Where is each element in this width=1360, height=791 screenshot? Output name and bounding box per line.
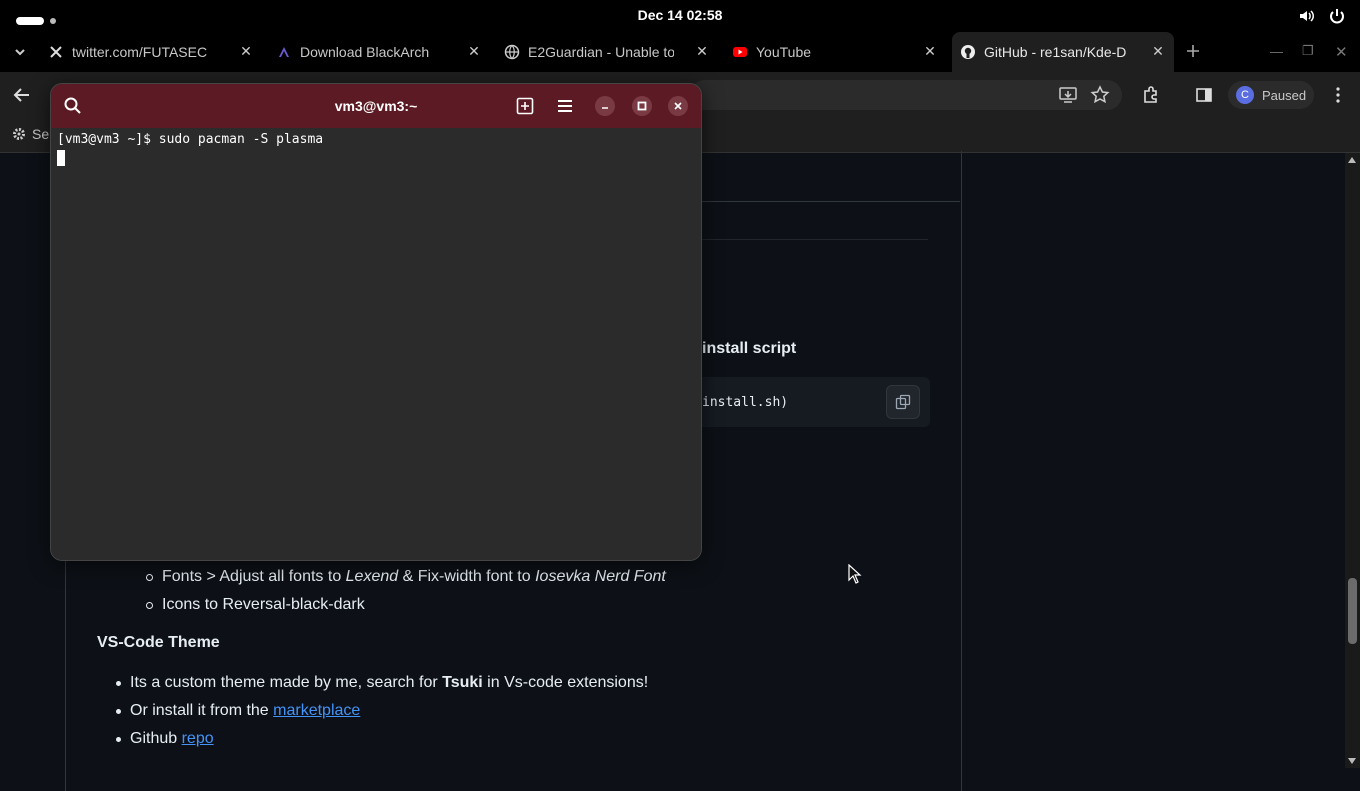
maximize-icon: [637, 101, 647, 111]
install-script-heading: install script: [702, 340, 797, 357]
list-item: Fonts > Adjust all fonts to Lexend & Fix…: [146, 563, 666, 591]
marketplace-link[interactable]: marketplace: [273, 702, 360, 719]
minimize-window-icon[interactable]: —: [1270, 44, 1283, 59]
blackarch-icon: [279, 47, 289, 57]
tab-twitter[interactable]: twitter.com/FUTASEC ✕: [40, 32, 262, 72]
browser-tab-strip: twitter.com/FUTASEC ✕ Download BlackArch…: [0, 32, 1360, 72]
minimize-button[interactable]: [595, 96, 615, 116]
more-menu-icon[interactable]: [1328, 85, 1348, 105]
divider: [700, 239, 928, 240]
terminal-window[interactable]: vm3@vm3:~ [vm3@vm3 ~]$ sudo pacman -S pl…: [50, 83, 702, 561]
scroll-down-arrow-icon[interactable]: [1348, 758, 1356, 764]
avatar: C: [1236, 86, 1254, 104]
bookmark-item[interactable]: Se: [12, 126, 49, 142]
back-arrow-icon[interactable]: [12, 85, 32, 105]
maximize-button[interactable]: [632, 96, 652, 116]
tab-youtube[interactable]: YouTube ✕: [724, 32, 946, 72]
side-panel-icon[interactable]: [1194, 85, 1214, 105]
copy-code-button[interactable]: [886, 385, 920, 419]
tab-e2guardian[interactable]: E2Guardian - Unable to ✕: [496, 32, 718, 72]
repo-link[interactable]: repo: [182, 730, 214, 747]
gnome-top-bar: Dec 14 02:58: [0, 0, 1360, 32]
list-item: Or install it from the marketplace: [114, 697, 648, 725]
terminal-output-area[interactable]: [vm3@vm3 ~]$ sudo pacman -S plasma: [51, 128, 701, 560]
terminal-command-line: [vm3@vm3 ~]$ sudo pacman -S plasma: [57, 132, 324, 147]
vscode-theme-heading: VS-Code Theme: [97, 634, 220, 651]
code-block: install.sh): [690, 377, 930, 427]
tab-title: E2Guardian - Unable to: [528, 44, 674, 60]
tab-title: GitHub - re1san/Kde-D: [984, 44, 1127, 60]
hamburger-menu-icon[interactable]: [555, 96, 575, 116]
konsole-settings-list: Fonts > Adjust all fonts to Lexend & Fix…: [146, 563, 666, 619]
list-item: Github repo: [114, 725, 648, 753]
profile-status-label: Paused: [1262, 87, 1307, 103]
tab-title: Download BlackArch: [300, 44, 430, 60]
scroll-up-arrow-icon[interactable]: [1348, 157, 1356, 163]
tab-blackarch[interactable]: Download BlackArch ✕: [268, 32, 490, 72]
profile-button[interactable]: C Paused: [1228, 81, 1314, 109]
clock[interactable]: Dec 14 02:58: [0, 7, 1360, 23]
close-tab-icon[interactable]: ✕: [1150, 43, 1166, 59]
close-icon: [674, 102, 682, 110]
bookmark-star-icon[interactable]: [1090, 85, 1110, 105]
install-app-icon[interactable]: [1058, 85, 1078, 105]
vscode-theme-list: Its a custom theme made by me, search fo…: [114, 669, 648, 753]
close-button[interactable]: [668, 96, 688, 116]
minimize-icon: [602, 107, 608, 109]
address-bar[interactable]: [690, 80, 1122, 110]
globe-icon: [504, 44, 520, 60]
close-tab-icon[interactable]: ✕: [694, 43, 710, 59]
bookmark-label: Se: [32, 126, 50, 142]
gear-icon: [13, 128, 25, 140]
restore-window-icon[interactable]: ❐: [1302, 43, 1314, 59]
tab-search-chevron-icon[interactable]: [12, 44, 28, 60]
page-scrollbar[interactable]: [1345, 153, 1360, 768]
close-window-icon[interactable]: ✕: [1335, 43, 1348, 61]
new-tab-plus-icon[interactable]: [1184, 42, 1202, 60]
youtube-icon: [733, 47, 747, 57]
divider: [700, 201, 960, 202]
volume-icon: [1300, 10, 1314, 22]
text-cursor: [57, 150, 65, 166]
close-tab-icon[interactable]: ✕: [922, 43, 938, 59]
tab-title: YouTube: [756, 44, 812, 60]
copy-icon: [895, 394, 911, 410]
tab-github[interactable]: GitHub - re1san/Kde-D ✕: [952, 32, 1174, 72]
list-item: Its a custom theme made by me, search fo…: [114, 669, 648, 697]
power-icon: [1330, 9, 1344, 24]
new-tab-icon[interactable]: [515, 96, 535, 116]
x-logo-icon: [50, 46, 62, 58]
close-tab-icon[interactable]: ✕: [466, 43, 482, 59]
code-text: install.sh): [702, 395, 789, 410]
scrollbar-thumb[interactable]: [1348, 578, 1357, 644]
terminal-header-bar[interactable]: vm3@vm3:~: [51, 84, 701, 128]
github-icon: [961, 45, 975, 59]
system-tray[interactable]: [1298, 7, 1346, 25]
tab-title: twitter.com/FUTASEC: [72, 44, 208, 60]
close-tab-icon[interactable]: ✕: [238, 43, 254, 59]
mouse-pointer-icon: [848, 564, 862, 584]
list-item: Icons to Reversal-black-dark: [146, 591, 666, 619]
extensions-puzzle-icon[interactable]: [1141, 85, 1161, 105]
